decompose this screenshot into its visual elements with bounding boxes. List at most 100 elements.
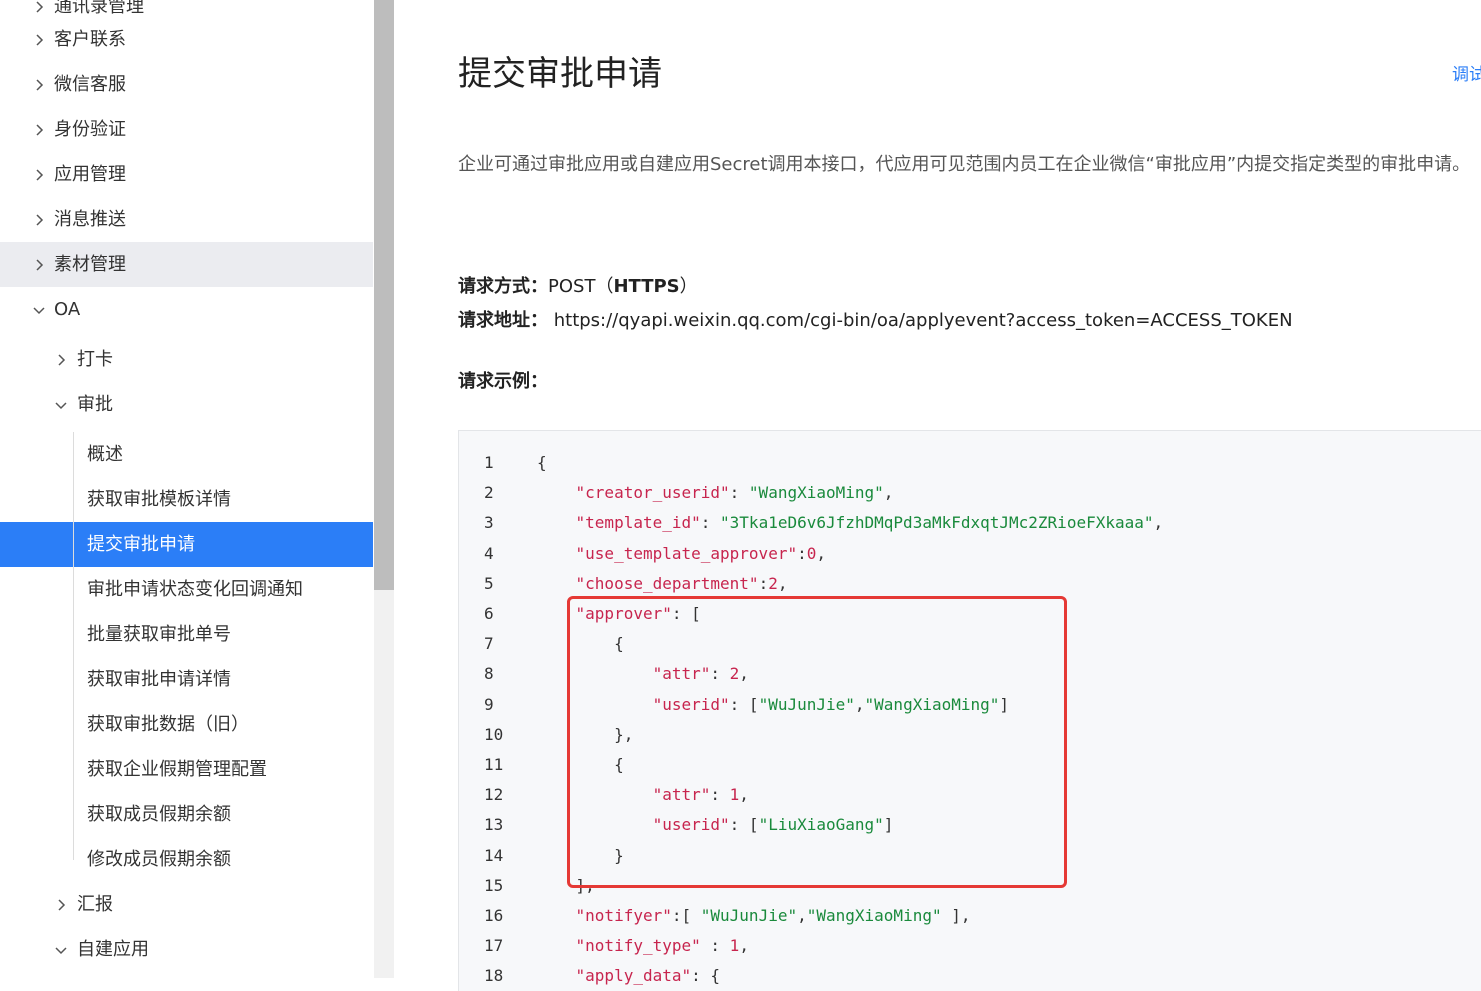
sidebar-item-label: 打卡 — [77, 349, 113, 370]
code-token: "3Tka1eD6v6JfzhDMqPd3aMkFdxqtJMc2ZRioeFX… — [720, 513, 1154, 533]
code-token: "notify_type" — [575, 936, 701, 956]
sidebar-item[interactable]: 身份验证 — [0, 107, 373, 152]
chevron-right-icon[interactable] — [32, 152, 46, 197]
sidebar-scrollbar-thumb[interactable] — [374, 0, 394, 590]
line-number: 16 — [484, 906, 504, 925]
request-url-value: https://qyapi.weixin.qq.com/cgi-bin/oa/a… — [548, 310, 1293, 331]
sidebar-item-label: 客户联系 — [54, 29, 126, 50]
line-number: 1 — [484, 453, 494, 472]
line-number: 12 — [484, 785, 504, 805]
code-token: "apply_data" — [575, 966, 692, 986]
sidebar-item[interactable]: 获取成员假期余额 — [0, 792, 373, 837]
sidebar-nav: 通讯录管理 客户联系 微信客服 身份验证 应用管理 消息推送 素材管理 OA 打卡 审批 概述 获取审… — [0, 0, 374, 978]
sidebar-item[interactable]: 获取企业假期管理配置 — [0, 747, 373, 792]
chevron-down-icon[interactable] — [54, 927, 68, 972]
sidebar-item[interactable]: 概述 — [0, 432, 373, 477]
request-example-heading: 请求示例： — [458, 367, 548, 393]
code-text: "template_id": "3Tka1eD6v6JfzhDMqPd3aMkF… — [537, 508, 1164, 538]
sidebar-item-label: 微信客服 — [54, 74, 126, 95]
chevron-right-icon[interactable] — [32, 242, 46, 287]
sidebar-item[interactable]: 自建应用 — [0, 927, 373, 972]
line-number: 14 — [484, 845, 504, 865]
request-url: 请求地址： https://qyapi.weixin.qq.com/cgi-bi… — [458, 306, 1293, 332]
sidebar-item[interactable]: 应用管理 — [0, 152, 373, 197]
approver-highlight-box — [567, 596, 1067, 888]
chevron-right-icon[interactable] — [54, 882, 68, 927]
line-number: 3 — [484, 513, 494, 533]
sidebar-item[interactable]: 获取审批申请详情 — [0, 657, 373, 702]
line-number: 4 — [484, 543, 494, 563]
page-title: 提交审批申请 — [458, 54, 662, 94]
sidebar-item-label: 应用管理 — [54, 164, 126, 185]
sidebar-item-label: 获取企业假期管理配置 — [87, 759, 267, 780]
code-text: "use_template_approver":0, — [537, 539, 826, 569]
request-method: 请求方式：POST（HTTPS） — [458, 272, 698, 298]
sidebar-item[interactable]: 审批 — [0, 382, 373, 427]
sidebar-item[interactable]: 修改成员假期余额 — [0, 837, 373, 882]
sidebar-item[interactable]: 获取审批数据（旧） — [0, 702, 373, 747]
chevron-right-icon[interactable] — [32, 107, 46, 152]
sidebar-item[interactable]: 审批申请状态变化回调通知 — [0, 567, 373, 612]
request-method-label: 请求方式： — [458, 276, 548, 297]
code-token: ], — [941, 906, 971, 925]
sidebar-item-label: 获取审批数据（旧） — [87, 714, 249, 735]
request-example-label: 请求示例： — [458, 371, 548, 392]
sidebar-item[interactable]: 批量获取审批单号 — [0, 612, 373, 657]
code-text: "notifyer":[ "WuJunJie","WangXiaoMing" ]… — [537, 901, 971, 931]
page-description: 企业可通过审批应用或自建应用Secret调用本接口，代应用可见范围内员工在企业微… — [458, 154, 1471, 175]
sidebar-item[interactable]: 打卡 — [0, 337, 373, 382]
code-token: 1 — [729, 936, 740, 956]
code-token: "WangXiaoMing" — [806, 906, 942, 925]
sidebar-item[interactable]: 获取审批模板详情 — [0, 477, 373, 522]
code-token: 2 — [768, 573, 778, 593]
line-number: 13 — [484, 815, 504, 835]
code-text: "notify_type" : 1, — [537, 931, 749, 961]
code-token: 0 — [806, 543, 817, 563]
line-number: 15 — [484, 875, 504, 895]
sidebar-item[interactable]: 汇报 — [0, 882, 373, 927]
chevron-right-icon[interactable] — [54, 337, 68, 382]
request-method-https: HTTPS — [613, 276, 680, 297]
chevron-down-icon[interactable] — [54, 382, 68, 427]
code-token: , — [777, 573, 788, 593]
code-text: "choose_department":2, — [537, 569, 788, 599]
code-token: "choose_department" — [575, 573, 759, 593]
sidebar-item[interactable]: 客户联系 — [0, 17, 373, 62]
sidebar-item[interactable]: OA — [0, 287, 373, 332]
line-number: 17 — [484, 936, 504, 956]
sidebar-item[interactable]: 素材管理 — [0, 242, 373, 287]
sidebar-item-label: 审批申请状态变化回调通知 — [87, 579, 303, 600]
code-token: : — [729, 483, 749, 503]
sidebar-item[interactable]: 提交审批申请 — [0, 522, 373, 567]
code-token: "template_id" — [575, 513, 701, 533]
chevron-right-icon[interactable] — [32, 62, 46, 107]
code-token: "notifyer" — [575, 906, 672, 925]
line-number: 10 — [484, 724, 504, 744]
sidebar-item-label: 批量获取审批单号 — [87, 624, 231, 645]
code-text: "apply_data": { — [537, 961, 721, 991]
sidebar-item[interactable]: 微信客服 — [0, 62, 373, 107]
sidebar-item-label: 自建应用 — [77, 939, 149, 960]
code-token: :[ — [671, 906, 701, 925]
sidebar-item[interactable]: 消息推送 — [0, 197, 373, 242]
code-token: : — [797, 543, 807, 563]
sidebar-item-label: 素材管理 — [54, 254, 126, 275]
code-token: "creator_userid" — [575, 483, 730, 503]
code-token: "use_template_approver" — [575, 543, 798, 563]
sidebar-item-label: 概述 — [87, 444, 123, 465]
chevron-right-icon[interactable] — [32, 197, 46, 242]
code-token: : — [758, 573, 769, 593]
code-token: "WangXiaoMing" — [748, 483, 884, 503]
chevron-down-icon[interactable] — [32, 287, 46, 332]
sidebar-item-label: 修改成员假期余额 — [87, 849, 231, 870]
chevron-right-icon[interactable] — [32, 17, 46, 62]
sidebar-item-label: 获取审批模板详情 — [87, 489, 231, 510]
debug-link[interactable]: 调试 — [1452, 60, 1481, 85]
code-token: : — [700, 513, 721, 533]
